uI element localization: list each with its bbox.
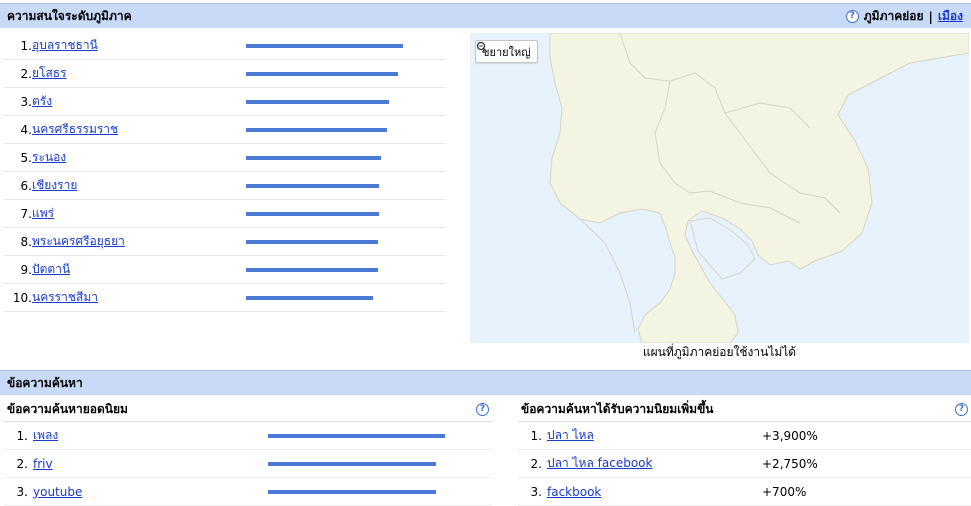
map-caption: แผนที่ภูมิภาคย่อยใช้งานไม่ได้	[642, 345, 797, 359]
region-link[interactable]: นครราชสีมา	[32, 288, 98, 307]
rising-query-row: 1. ปลา ไหล +3,900%	[518, 422, 971, 450]
region-row: 7. แพร่	[4, 200, 445, 228]
interest-bar	[246, 156, 381, 160]
rank-number: 3.	[530, 484, 542, 499]
rank-number: 10.	[12, 290, 32, 305]
region-row: 1. อุบลราชธานี	[4, 32, 445, 60]
rising-queries-header: ข้อความค้นหาได้รับความนิยมเพิ่มขึ้น ?	[518, 398, 971, 422]
region-interest-title: ความสนใจระดับภูมิภาค	[7, 8, 132, 23]
region-link[interactable]: เชียงราย	[32, 176, 77, 195]
popularity-bar	[268, 490, 436, 494]
rising-queries-title: ข้อความค้นหาได้รับความนิยมเพิ่มขึ้น	[521, 402, 714, 416]
rank-number: 3.	[20, 94, 32, 109]
rank-number: 6.	[20, 178, 32, 193]
help-icon[interactable]: ?	[845, 10, 859, 23]
interest-bar	[246, 296, 373, 300]
interest-bar	[246, 100, 389, 104]
query-link[interactable]: fackbook	[547, 485, 601, 499]
region-row: 5. ระนอง	[4, 144, 445, 172]
rank-number: 1.	[16, 428, 28, 443]
region-link[interactable]: นครศรีธรรมราช	[32, 120, 118, 139]
popularity-bar	[268, 434, 445, 438]
top-query-row: 1. เพลง	[4, 422, 492, 450]
rank-number: 7.	[20, 206, 32, 221]
rank-number: 9.	[20, 262, 32, 277]
interest-bar	[246, 212, 379, 216]
queries-title: ข้อความค้นหา	[7, 375, 83, 390]
top-query-row: 3. youtube	[4, 478, 492, 506]
interest-bar	[246, 72, 398, 76]
region-link[interactable]: ยโสธร	[32, 64, 67, 83]
zoom-button[interactable]: ขยายใหญ่	[475, 40, 538, 63]
zoom-label: ขยายใหญ่	[482, 45, 531, 59]
rising-queries-list: 1. ปลา ไหล +3,900% 2. ปลา ไหล facebook +2,750…	[518, 422, 971, 506]
region-interest-header: ความสนใจระดับภูมิภาค ? ภูมิภาคย่อย | เมื…	[0, 3, 971, 28]
query-link[interactable]: เพลง	[33, 426, 58, 445]
region-link[interactable]: อุบลราชธานี	[32, 36, 98, 55]
region-link[interactable]: ปัตตานี	[32, 260, 70, 279]
separator: |	[928, 9, 933, 24]
interest-bar	[246, 128, 387, 132]
queries-header: ข้อความค้นหา	[0, 370, 971, 395]
growth-percent: +700%	[762, 484, 807, 499]
region-link[interactable]: พระนครศรีอยุธยา	[32, 232, 125, 251]
top-query-row: 2. friv	[4, 450, 492, 478]
query-link[interactable]: ปลา ไหล facebook	[547, 454, 652, 473]
rising-query-row: 3. fackbook +700%	[518, 478, 971, 506]
query-link[interactable]: friv	[33, 457, 53, 471]
region-row: 10. นครราชสีมา	[4, 284, 445, 312]
query-link[interactable]: ปลา ไหล	[547, 426, 594, 445]
top-queries-header: ข้อความค้นหายอดนิยม ?	[4, 398, 492, 422]
rising-query-row: 2. ปลา ไหล facebook +2,750%	[518, 450, 971, 478]
region-row: 8. พระนครศรีอยุธยา	[4, 228, 445, 256]
rank-number: 3.	[16, 484, 28, 499]
top-queries-title: ข้อความค้นหายอดนิยม	[7, 402, 128, 416]
interest-bar	[246, 240, 378, 244]
region-link[interactable]: ตรัง	[32, 92, 52, 111]
popularity-bar	[268, 462, 436, 466]
region-row: 6. เชียงราย	[4, 172, 445, 200]
help-icon[interactable]: ?	[955, 403, 968, 416]
rank-number: 8.	[20, 234, 32, 249]
rank-number: 2.	[530, 456, 542, 471]
region-view-controls: ? ภูมิภาคย่อย | เมือง	[845, 4, 963, 29]
interest-bar	[246, 268, 378, 272]
rank-number: 2.	[16, 456, 28, 471]
growth-percent: +2,750%	[762, 456, 818, 471]
map-graphic	[549, 33, 969, 343]
interest-bar	[246, 184, 379, 188]
region-link[interactable]: แพร่	[32, 204, 54, 223]
region-link[interactable]: ระนอง	[32, 148, 66, 167]
region-row: 3. ตรัง	[4, 88, 445, 116]
subregion-label: ภูมิภาคย่อย	[863, 9, 924, 23]
rank-number: 1.	[20, 38, 32, 53]
top-queries-list: 1. เพลง 2. friv 3. youtube	[4, 422, 492, 506]
rank-number: 5.	[20, 150, 32, 165]
map-landmass	[549, 33, 969, 343]
region-rank-list: 1. อุบลราชธานี 2. ยโสธร 3. ตรัง 4. นครศรีธรรมรา…	[4, 32, 445, 312]
region-row: 2. ยโสธร	[4, 60, 445, 88]
region-map[interactable]: ขยายใหญ่	[470, 33, 969, 343]
help-icon[interactable]: ?	[476, 403, 489, 416]
city-link[interactable]: เมือง	[938, 7, 963, 26]
region-row: 4. นครศรีธรรมราช	[4, 116, 445, 144]
query-link[interactable]: youtube	[33, 485, 82, 499]
rank-number: 4.	[20, 122, 32, 137]
rank-number: 2.	[20, 66, 32, 81]
rank-number: 1.	[530, 428, 542, 443]
interest-bar	[246, 44, 403, 48]
magnifier-icon	[476, 41, 488, 53]
growth-percent: +3,900%	[762, 428, 818, 443]
region-row: 9. ปัตตานี	[4, 256, 445, 284]
